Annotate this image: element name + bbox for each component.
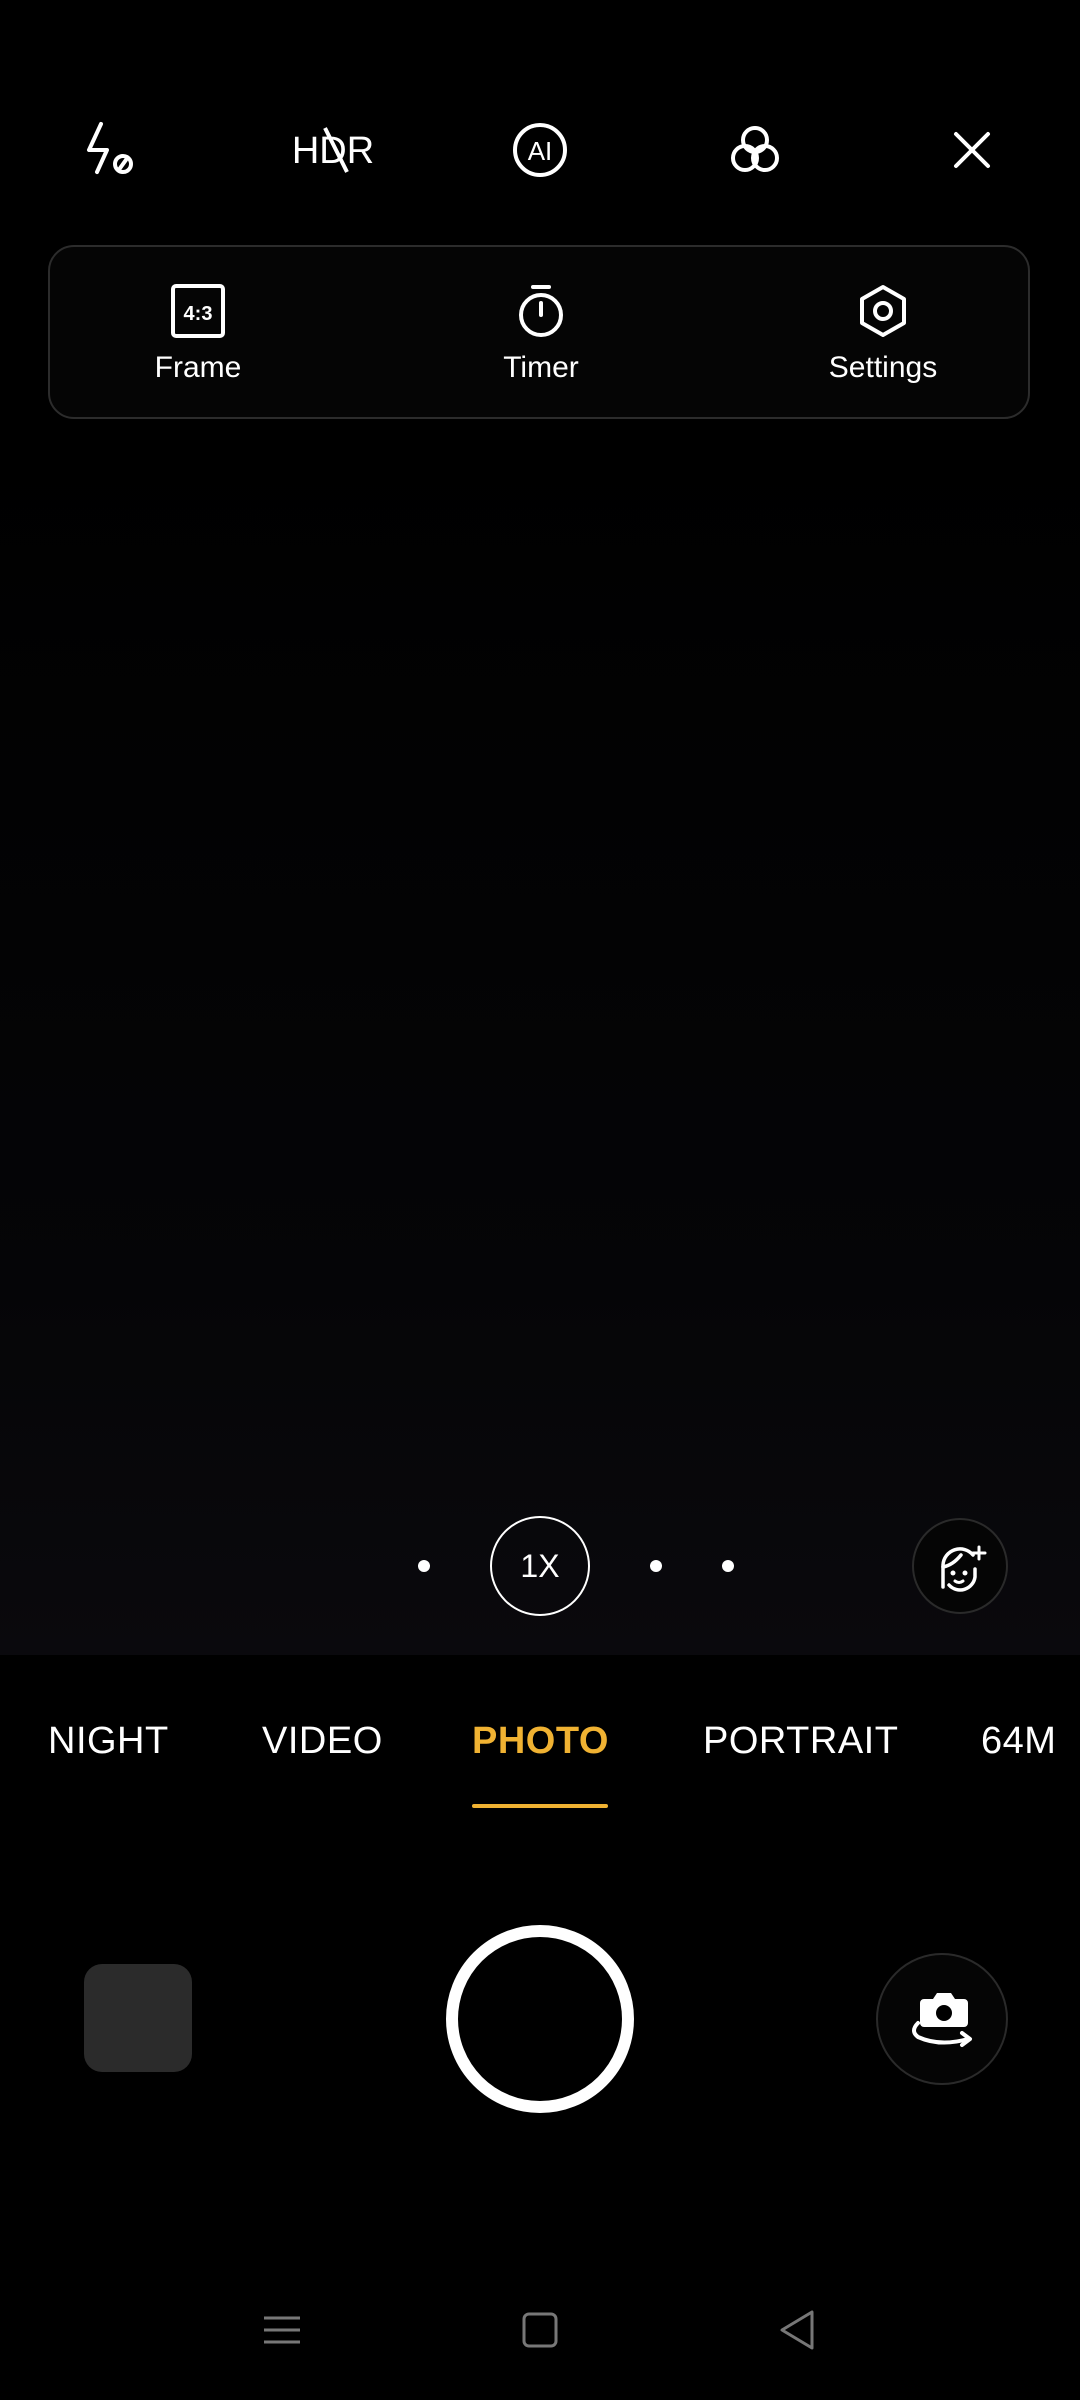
zoom-dot[interactable] [722, 1560, 734, 1572]
mode-video[interactable]: VIDEO [262, 1720, 383, 1763]
flash-off-icon[interactable] [67, 110, 147, 190]
mode-night[interactable]: NIGHT [48, 1720, 169, 1763]
mode-portrait[interactable]: PORTRAIT [703, 1720, 898, 1763]
frame-label: Frame [154, 351, 242, 384]
gallery-thumbnail[interactable] [84, 1964, 192, 2072]
quick-settings-panel: 4:3 Frame Timer Settings [48, 245, 1030, 419]
close-icon[interactable] [932, 110, 1012, 190]
zoom-dot[interactable] [418, 1560, 430, 1572]
settings-button[interactable]: Settings [773, 247, 993, 421]
viewfinder[interactable] [0, 420, 1080, 1655]
ai-icon[interactable]: AI [500, 110, 580, 190]
top-bar: HDR AI [0, 0, 1080, 240]
home-icon[interactable] [510, 2300, 570, 2360]
ai-label: AI [528, 136, 553, 166]
flip-camera-button[interactable] [876, 1953, 1008, 2085]
beauty-face-icon [941, 1545, 987, 1592]
filters-icon[interactable] [715, 110, 795, 190]
beauty-button[interactable] [912, 1518, 1008, 1614]
mode-photo[interactable]: PHOTO [472, 1720, 609, 1763]
active-mode-indicator [472, 1804, 608, 1808]
zoom-1x-button[interactable]: 1X [490, 1516, 590, 1616]
mode-selector: NIGHT VIDEO PHOTO PORTRAIT 64M [0, 1655, 1080, 1845]
settings-icon [853, 281, 913, 341]
aspect-ratio-text: 4:3 [184, 303, 213, 325]
recents-icon[interactable] [252, 2300, 312, 2360]
timer-button[interactable]: Timer [431, 247, 651, 421]
flip-camera-icon [912, 1993, 972, 2047]
timer-label: Timer [503, 351, 579, 384]
mode-64m[interactable]: 64M [981, 1720, 1056, 1763]
frame-button[interactable]: 4:3 Frame [88, 247, 308, 421]
settings-label: Settings [828, 351, 938, 384]
shutter-button[interactable] [446, 1925, 634, 2113]
hdr-label: HDR [292, 130, 374, 172]
aspect-ratio-icon: 4:3 [168, 281, 228, 341]
camera-screen: HDR AI 4:3 Frame Timer Settings 1X NIGHT… [0, 0, 1080, 2400]
hdr-off-icon[interactable]: HDR [283, 110, 383, 190]
zoom-dot[interactable] [650, 1560, 662, 1572]
back-icon[interactable] [768, 2300, 828, 2360]
timer-icon [511, 281, 571, 341]
